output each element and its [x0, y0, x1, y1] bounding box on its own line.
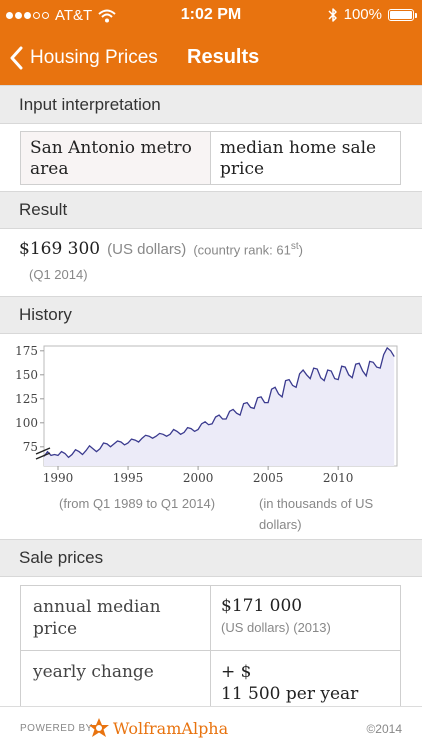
- status-bar: AT&T 1:02 PM 100%: [0, 0, 422, 30]
- back-button-label: Housing Prices: [30, 46, 158, 68]
- history-header: History: [0, 296, 422, 334]
- copyright: ©2014: [366, 722, 402, 736]
- footer: POWERED BY WolframAlpha ©2014: [0, 706, 422, 750]
- y-tick-label: 100: [15, 416, 38, 430]
- x-tick-label: 2000: [183, 471, 214, 485]
- table-row: annual median price $171 000 (US dollars…: [20, 585, 401, 651]
- input-interpretation-table: San Antonio metro area median home sale …: [20, 131, 401, 185]
- x-tick-label: 2010: [323, 471, 354, 485]
- rank-close: ): [298, 242, 303, 257]
- back-button[interactable]: Housing Prices: [10, 30, 158, 85]
- battery-icon: [388, 8, 417, 21]
- history-date-range-note: (from Q1 1989 to Q1 2014): [59, 496, 216, 511]
- y-tick-label: 75: [23, 440, 38, 454]
- wolframalpha-wordmark: WolframAlpha: [113, 718, 229, 738]
- annual-median-price-value: $171 000: [221, 596, 303, 616]
- annual-median-price-cell: $171 000 (US dollars) (2013): [210, 585, 401, 651]
- battery-percent: 100%: [343, 6, 382, 23]
- yearly-change-sign: + $: [221, 662, 252, 682]
- powered-by-label: POWERED BY: [20, 723, 93, 734]
- x-tick-label: 1995: [113, 471, 144, 485]
- y-tick-label: 150: [15, 368, 38, 382]
- y-tick-label: 175: [15, 344, 38, 358]
- chevron-left-icon: [10, 46, 23, 69]
- result-header: Result: [0, 191, 422, 229]
- interpretation-property: median home sale price: [210, 131, 401, 185]
- sale-prices-table: annual median price $171 000 (US dollars…: [20, 585, 401, 721]
- rank-suffix-ordinal: st: [290, 240, 299, 252]
- bluetooth-icon: [328, 7, 337, 22]
- history-chart: 75 100 125 150 175 1990 1995 2000 2005 2010: [15, 344, 398, 485]
- annual-median-price-label: annual median price: [20, 585, 211, 651]
- nav-bar: Housing Prices Results: [0, 30, 422, 85]
- x-tick-label: 1990: [43, 471, 74, 485]
- wolframalpha-icon: [89, 718, 109, 737]
- y-tick-label: 125: [15, 392, 38, 406]
- page-title: Results: [187, 46, 260, 68]
- input-interpretation-header: Input interpretation: [0, 85, 422, 124]
- result-period: (Q1 2014): [29, 267, 88, 282]
- input-interpretation-title: Input interpretation: [19, 94, 161, 114]
- interpretation-location: San Antonio metro area: [20, 131, 211, 185]
- result-content: $169 300 (US dollars) (country rank: 61s…: [19, 239, 409, 282]
- rank-prefix: (country rank: 61: [193, 242, 291, 257]
- result-value: $169 300: [19, 239, 101, 259]
- status-right: 100%: [328, 6, 417, 23]
- sale-prices-header: Sale prices: [0, 539, 422, 577]
- x-tick-label: 2005: [253, 471, 284, 485]
- history-title: History: [19, 305, 72, 324]
- result-rank: (country rank: 61st): [193, 241, 303, 257]
- result-unit: (US dollars): [107, 241, 187, 258]
- annual-median-price-unit: (US dollars) (2013): [221, 620, 331, 635]
- sale-prices-title: Sale prices: [19, 548, 104, 567]
- yearly-change-value: 11 500 per year: [221, 684, 359, 704]
- result-title: Result: [19, 200, 68, 219]
- history-unit-note: (in thousands of US dollars): [259, 496, 374, 532]
- wolframalpha-logo[interactable]: WolframAlpha: [88, 717, 228, 739]
